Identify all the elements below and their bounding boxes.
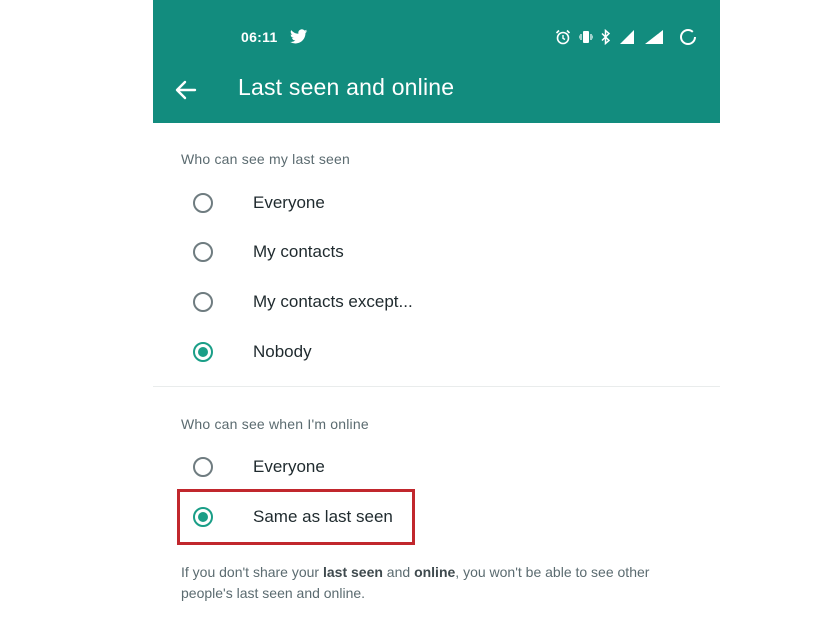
radio-button-selected[interactable]: [193, 342, 213, 362]
app-bar: 06:11 4G Last seen and online: [153, 0, 720, 123]
page-title: Last seen and online: [238, 74, 455, 100]
footer-note: If you don't share your last seen and on…: [181, 562, 681, 604]
alarm-icon: [555, 29, 571, 45]
highlight-box: [177, 489, 415, 545]
last-seen-option-my-contacts[interactable]: My contacts: [193, 232, 453, 272]
radio-button[interactable]: [193, 193, 213, 213]
network-type-label: 4G: [650, 29, 660, 36]
section-divider: [153, 386, 720, 387]
signal-icon: [619, 29, 635, 45]
battery-icon: [679, 28, 697, 46]
option-label: My contacts: [253, 242, 344, 261]
online-option-everyone[interactable]: Everyone: [193, 447, 453, 487]
radio-button[interactable]: [193, 292, 213, 312]
radio-button[interactable]: [193, 242, 213, 262]
last-seen-option-my-contacts-except[interactable]: My contacts except...: [193, 282, 453, 322]
twitter-icon: [290, 29, 308, 45]
online-section-header: Who can see when I'm online: [181, 416, 369, 432]
option-label: My contacts except...: [253, 292, 413, 311]
option-label: Everyone: [253, 193, 325, 212]
footer-text: and: [382, 564, 415, 580]
status-time: 06:11: [241, 29, 278, 45]
back-arrow-icon[interactable]: [173, 77, 199, 103]
status-icons: 4G: [555, 27, 697, 47]
last-seen-section-header: Who can see my last seen: [181, 151, 350, 167]
footer-bold-online: online: [414, 564, 456, 580]
radio-button[interactable]: [193, 457, 213, 477]
footer-bold-last-seen: last seen: [322, 564, 383, 580]
footer-text: If you don't share your: [181, 564, 323, 580]
last-seen-option-nobody[interactable]: Nobody: [193, 332, 453, 372]
option-label: Everyone: [253, 457, 325, 476]
last-seen-option-everyone[interactable]: Everyone: [193, 183, 453, 223]
option-label: Nobody: [253, 342, 312, 361]
vibrate-icon: [579, 29, 593, 45]
network-4g-icon: 4G: [643, 29, 665, 45]
phone-screen: 06:11 4G Last seen and online Who can se…: [153, 0, 720, 620]
bluetooth-icon: [601, 29, 611, 45]
